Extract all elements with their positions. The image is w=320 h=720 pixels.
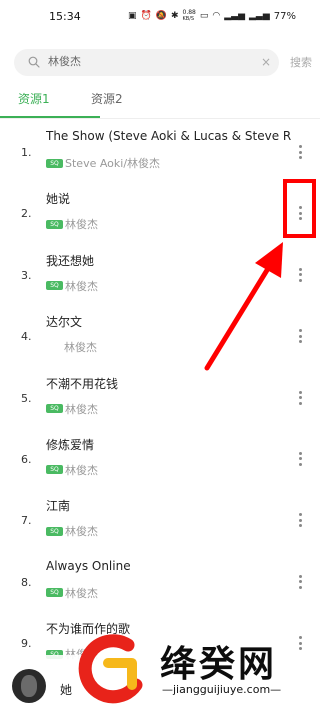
song-meta: SQ Steve Aoki/林俊杰: [46, 155, 160, 171]
tab-source-2[interactable]: 资源2: [91, 90, 123, 107]
song-title: 她说: [46, 192, 71, 207]
status-bar: 15:34 ▣ ⏰ 🔕 ✱ 0.88 KB/S ▭ ◠ ▂▃▅ ▂▃▅ 77%: [0, 0, 320, 36]
song-index: 8.: [21, 575, 32, 589]
song-artist: 林俊杰: [65, 218, 98, 232]
song-row[interactable]: 5. 不潮不用花钱 SQ 林俊杰: [0, 369, 320, 430]
song-meta: SQ 林俊杰: [46, 401, 98, 417]
quality-badge: SQ: [46, 158, 63, 168]
song-list: 1. The Show (Steve Aoki & Lucas & Steve …: [0, 123, 320, 676]
hd-icon: ▭: [199, 10, 209, 21]
song-index: 6.: [21, 452, 32, 466]
song-row[interactable]: 7. 江南 SQ 林俊杰: [0, 491, 320, 552]
song-title: 江南: [46, 499, 71, 514]
album-avatar[interactable]: [12, 669, 46, 703]
song-artist: Steve Aoki/林俊杰: [65, 157, 161, 170]
mute-icon: 🔕: [155, 10, 167, 21]
song-index: 2.: [21, 207, 32, 221]
signal-icon-2: ▂▃▅: [249, 10, 270, 21]
quality-badge: SQ: [46, 588, 63, 598]
watermark-url: —jiangguijiuye.com—: [162, 683, 282, 696]
wifi-icon: ◠: [212, 10, 221, 21]
tab-source-1[interactable]: 资源1: [18, 90, 50, 107]
highlight-box: [283, 179, 316, 238]
search-box[interactable]: 林俊杰 ×: [14, 49, 279, 76]
search-button[interactable]: 搜索: [290, 54, 312, 70]
song-row[interactable]: 2. 她说 SQ 林俊杰: [0, 184, 320, 245]
watermark-text: 绛癸网: [160, 644, 278, 685]
song-index: 4.: [21, 330, 32, 344]
alarm-icon: ⏰: [140, 10, 152, 21]
quality-badge: SQ: [46, 404, 63, 414]
song-index: 9.: [21, 637, 32, 651]
more-options-icon[interactable]: [294, 265, 306, 285]
song-meta: SQ 林俊杰: [46, 585, 98, 601]
network-speed: 0.88 KB/S: [182, 9, 196, 23]
song-index: 5.: [21, 391, 32, 405]
song-row[interactable]: 6. 修炼爱情 SQ 林俊杰: [0, 430, 320, 491]
watermark: 绛癸网 —jiangguijiuye.com—: [70, 625, 320, 720]
signal-icon: ▂▃▅: [224, 10, 245, 21]
battery-level: 77%: [273, 10, 296, 22]
song-title: The Show (Steve Aoki & Lucas & Steve Re.…: [46, 129, 291, 143]
song-title: 修炼爱情: [46, 437, 95, 452]
song-meta: SQ 林俊杰: [46, 462, 98, 478]
quality-badge: SQ: [46, 281, 63, 291]
song-artist: 林俊杰: [65, 463, 98, 477]
tab-divider: [0, 118, 320, 119]
quality-badge: SQ: [46, 219, 63, 229]
song-title: Always Online: [46, 558, 131, 573]
song-meta: SQ 林俊杰: [46, 216, 98, 232]
song-title: 我还想她: [46, 253, 95, 268]
search-icon: [28, 56, 40, 68]
search-input[interactable]: 林俊杰: [48, 54, 81, 70]
song-title: 不潮不用花钱: [46, 376, 119, 391]
song-meta: SQ 林俊杰: [46, 278, 98, 294]
song-artist: 林俊杰: [65, 279, 98, 293]
song-artist: 林俊杰: [65, 402, 98, 416]
more-options-icon[interactable]: [294, 388, 306, 408]
song-meta: SQ 林俊杰: [46, 523, 98, 539]
song-index: 3.: [21, 268, 32, 282]
song-artist: 林俊杰: [65, 586, 98, 600]
more-options-icon[interactable]: [294, 510, 306, 530]
more-options-icon[interactable]: [294, 142, 306, 162]
status-time: 15:34: [49, 10, 81, 23]
song-artist: 林俊杰: [64, 341, 97, 355]
song-row[interactable]: 1. The Show (Steve Aoki & Lucas & Steve …: [0, 123, 320, 184]
song-artist: 林俊杰: [65, 525, 98, 539]
nfc-icon: ▣: [128, 10, 137, 21]
quality-badge: SQ: [46, 465, 63, 475]
clear-icon[interactable]: ×: [261, 55, 271, 69]
more-options-icon[interactable]: [294, 449, 306, 469]
more-options-icon[interactable]: [294, 326, 306, 346]
song-index: 7.: [21, 514, 32, 528]
more-options-icon[interactable]: [294, 572, 306, 592]
song-row[interactable]: 3. 我还想她 SQ 林俊杰: [0, 246, 320, 307]
song-meta: 林俊杰: [46, 339, 97, 355]
song-title: 达尔文: [46, 315, 83, 330]
song-row[interactable]: 4. 达尔文 林俊杰: [0, 307, 320, 368]
song-row[interactable]: 8. Always Online SQ 林俊杰: [0, 553, 320, 614]
quality-badge: SQ: [46, 526, 63, 536]
status-icons: ▣ ⏰ 🔕 ✱ 0.88 KB/S ▭ ◠ ▂▃▅ ▂▃▅ 77%: [128, 9, 296, 23]
bluetooth-icon: ✱: [170, 10, 179, 21]
song-index: 1.: [21, 146, 32, 159]
watermark-logo-icon: [78, 634, 143, 704]
